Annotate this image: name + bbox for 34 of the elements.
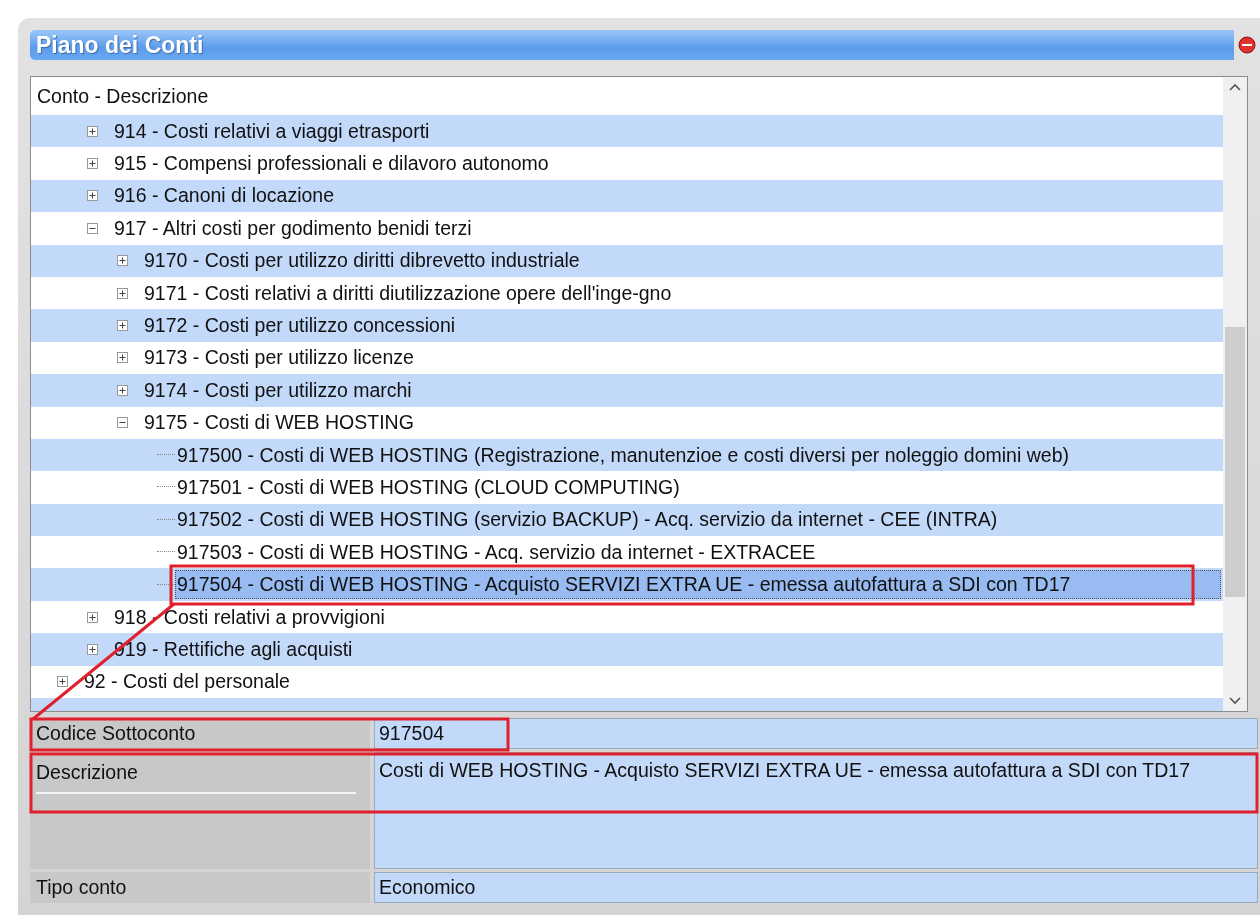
tree-item[interactable]: 9171 - Costi relativi a diritti diutilizzazione opere dell'inge-gno <box>142 278 674 308</box>
tree-item[interactable]: 915 - Compensi professionali e dilavoro autonomo <box>112 149 551 179</box>
tree-item[interactable]: 9173 - Costi per utilizzo licenze <box>142 343 416 373</box>
expand-icon[interactable] <box>57 676 68 688</box>
scrollbar[interactable] <box>1223 77 1247 711</box>
expand-icon[interactable] <box>117 255 128 267</box>
expand-icon[interactable] <box>87 158 98 170</box>
close-icon[interactable] <box>1238 36 1256 54</box>
expand-icon[interactable] <box>117 352 128 364</box>
expand-icon[interactable] <box>87 643 98 655</box>
input-field[interactable]: Economico <box>374 872 1258 903</box>
collapse-icon[interactable] <box>87 222 98 234</box>
expand-icon[interactable] <box>87 611 98 623</box>
tree-item[interactable]: 917 - Altri costi per godimento benidi terzi <box>112 213 474 243</box>
expand-icon[interactable] <box>87 190 98 202</box>
expand-icon[interactable] <box>87 125 98 137</box>
tree-item[interactable]: 917501 - Costi di WEB HOSTING (CLOUD COMPUTING) <box>175 473 682 502</box>
tree-item[interactable]: 917503 - Costi di WEB HOSTING - Acq. servizio da internet - EXTRACEE <box>175 537 818 567</box>
window-title: Piano dei Conti <box>30 30 1234 60</box>
column-header: Conto - Descrizione <box>36 84 210 109</box>
text-area[interactable]: Costi di WEB HOSTING - Acquisto SERVIZI EXTRA UE - emessa autofattura a SDI con TD17 <box>374 752 1258 869</box>
tree-item[interactable]: 9175 - Costi di WEB HOSTING <box>142 408 416 438</box>
input-field[interactable]: 917504 <box>374 718 1258 749</box>
scroll-up-icon[interactable] <box>1229 83 1241 91</box>
field-label: Tipo conto <box>30 872 370 903</box>
expand-icon[interactable] <box>117 384 128 396</box>
scroll-thumb[interactable] <box>1225 327 1245 597</box>
expand-icon[interactable] <box>117 287 128 299</box>
expand-icon[interactable] <box>117 320 128 332</box>
field-label: Descrizione <box>36 752 356 794</box>
tree-item[interactable]: 916 - Canoni di locazione <box>112 181 337 211</box>
collapse-icon[interactable] <box>117 417 128 429</box>
scroll-down-icon[interactable] <box>1229 697 1241 705</box>
tree-item[interactable]: 917504 - Costi di WEB HOSTING - Acquisto SERVIZI EXTRA UE - emessa autofattura a SDI con TD17 <box>175 570 1221 600</box>
